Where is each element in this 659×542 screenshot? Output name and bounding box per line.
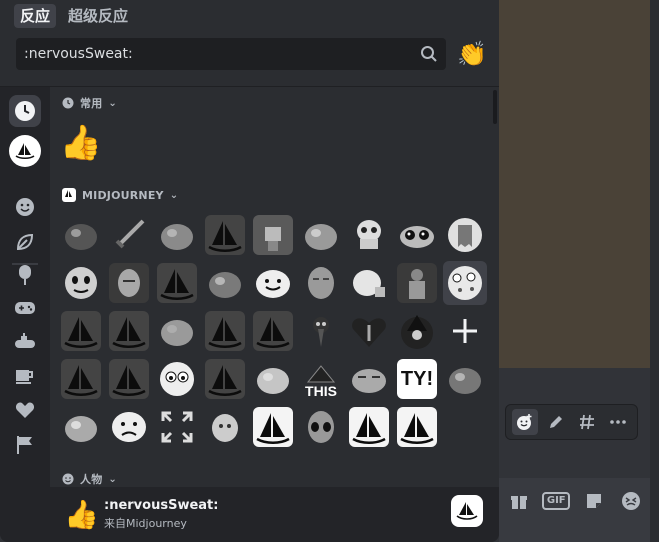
midjourney-logo-icon xyxy=(62,188,76,202)
picker-tabs: 反应 超级反应 xyxy=(14,4,134,28)
server-logo xyxy=(451,495,483,527)
preview-emoji-name: :nervousSweat: xyxy=(104,498,219,513)
emoji-plague-doctor[interactable] xyxy=(299,309,343,353)
skin-tone-clap-icon[interactable]: 👏 xyxy=(456,38,488,70)
emoji-sparkle-blob[interactable] xyxy=(59,405,103,449)
sticker-icon[interactable] xyxy=(580,489,608,513)
emoji-witch[interactable] xyxy=(395,309,439,353)
tab-reactions[interactable]: 反应 xyxy=(14,4,57,28)
emoji-blob-cloud[interactable] xyxy=(59,213,103,257)
popsicle-icon[interactable] xyxy=(9,259,41,291)
smiley-icon[interactable] xyxy=(9,191,41,223)
emoji-cookie-face[interactable] xyxy=(443,261,487,305)
pencil-icon[interactable] xyxy=(543,409,569,435)
coffee-icon[interactable] xyxy=(9,360,41,392)
emoji-mj-logo[interactable] xyxy=(203,309,247,353)
section-header-midjourney[interactable]: MIDJOURNEY ⌄ xyxy=(62,186,178,204)
emoji-mj-logo[interactable] xyxy=(155,261,199,305)
section-label: 人物 xyxy=(80,473,103,486)
emoji-grin-face[interactable] xyxy=(59,261,103,305)
section-label: 常用 xyxy=(80,97,103,110)
gamepad-icon[interactable] xyxy=(9,292,41,324)
emoji-skull-grin[interactable] xyxy=(347,213,391,257)
heart-icon[interactable] xyxy=(9,394,41,426)
emoji-mj-logo-white[interactable] xyxy=(395,405,439,449)
emoji-icon[interactable] xyxy=(617,489,645,513)
emoji-blob[interactable] xyxy=(155,309,199,353)
preview-emoji: 👍 xyxy=(64,498,99,531)
emoji-blob-smile[interactable] xyxy=(251,357,295,401)
emoji-mj-logo[interactable] xyxy=(203,357,247,401)
section-header-frequent[interactable]: 常用 ⌄ xyxy=(62,94,117,112)
emoji-ty-text[interactable]: TY! xyxy=(395,357,439,401)
emoji-mj-logo[interactable] xyxy=(59,357,103,401)
emoji-smile-blob[interactable] xyxy=(251,261,295,305)
emoji-mj-logo[interactable] xyxy=(107,309,151,353)
emoji-grid: 常用 ⌄ 👍 MIDJOURNEY ⌄ THIS TY! 人物 ⌄ xyxy=(50,87,499,487)
emoji-cat-blob[interactable] xyxy=(203,261,247,305)
emoji-mj-logo-white[interactable] xyxy=(251,405,295,449)
emoji-mj-logo[interactable] xyxy=(59,309,103,353)
gif-button[interactable]: GIF xyxy=(542,492,571,510)
emoji-frown-face[interactable] xyxy=(107,405,151,449)
emoji-mj-logo[interactable] xyxy=(203,213,247,257)
emoji-search xyxy=(16,38,446,70)
grid-scrollbar[interactable] xyxy=(493,90,497,124)
category-rail xyxy=(0,87,50,542)
emoji-text: THIS xyxy=(305,383,337,399)
more-icon[interactable] xyxy=(605,409,631,435)
submarine-icon[interactable] xyxy=(9,325,41,357)
gift-icon[interactable] xyxy=(505,489,533,513)
clock-icon xyxy=(62,97,74,109)
emoji-picker: 反应 超级反应 👏 xyxy=(0,0,499,542)
emoji-cute-eyes[interactable] xyxy=(395,213,439,257)
chevron-down-icon: ⌄ xyxy=(169,189,179,201)
emoji-thumbs-up[interactable]: 👍 xyxy=(59,121,103,165)
emoji-alien[interactable] xyxy=(299,405,343,449)
section-header-people[interactable]: 人物 ⌄ xyxy=(62,470,117,487)
emoji-portrait[interactable] xyxy=(107,261,151,305)
flag-icon[interactable] xyxy=(9,429,41,461)
tab-super-reactions[interactable]: 超级反应 xyxy=(62,4,134,28)
emoji-worried-blob[interactable] xyxy=(203,405,247,449)
emoji-muscle-man[interactable] xyxy=(395,261,439,305)
emoji-ghost-reaction[interactable] xyxy=(443,213,487,257)
add-reaction-icon[interactable] xyxy=(512,409,539,435)
emoji-check-status-robot[interactable] xyxy=(251,213,295,257)
emoji-plague-heart[interactable] xyxy=(347,309,391,353)
section-label: MIDJOURNEY xyxy=(82,188,164,202)
attached-image[interactable] xyxy=(499,0,650,368)
chat-scroll-edge xyxy=(650,0,659,542)
emoji-thumb-cat[interactable] xyxy=(347,261,391,305)
search-icon[interactable] xyxy=(420,45,438,63)
emoji-glow-blob[interactable] xyxy=(443,357,487,401)
emoji-text: TY! xyxy=(400,367,434,390)
chevron-down-icon: ⌄ xyxy=(108,97,117,109)
emoji-mask-face[interactable] xyxy=(299,261,343,305)
message-bar-icons: GIF xyxy=(500,485,650,517)
leaf-icon[interactable] xyxy=(9,226,41,258)
emoji-sword[interactable] xyxy=(107,213,151,257)
clock-icon[interactable] xyxy=(9,95,41,127)
smiley-icon xyxy=(62,473,74,485)
midjourney-server-icon[interactable] xyxy=(9,135,41,167)
emoji-expand[interactable] xyxy=(155,405,199,449)
message-hover-toolbar xyxy=(505,404,638,440)
emoji-mj-logo[interactable] xyxy=(107,357,151,401)
emoji-nervous-eyes[interactable] xyxy=(155,357,199,401)
thread-icon[interactable] xyxy=(574,409,600,435)
preview-emoji-source: 来自Midjourney xyxy=(104,517,187,530)
emoji-dog-photo[interactable] xyxy=(155,213,199,257)
emoji-mj-logo[interactable] xyxy=(251,309,295,353)
emoji-smug-blob[interactable] xyxy=(347,357,391,401)
search-input[interactable] xyxy=(24,46,420,62)
emoji-this[interactable]: THIS xyxy=(299,357,343,401)
emoji-mj-logo-white[interactable] xyxy=(347,405,391,449)
emoji-preview-footer: 👍 :nervousSweat: 来自Midjourney xyxy=(50,487,499,542)
chevron-down-icon: ⌄ xyxy=(108,473,117,485)
emoji-doge[interactable] xyxy=(299,213,343,257)
emoji-plus[interactable] xyxy=(443,309,487,353)
